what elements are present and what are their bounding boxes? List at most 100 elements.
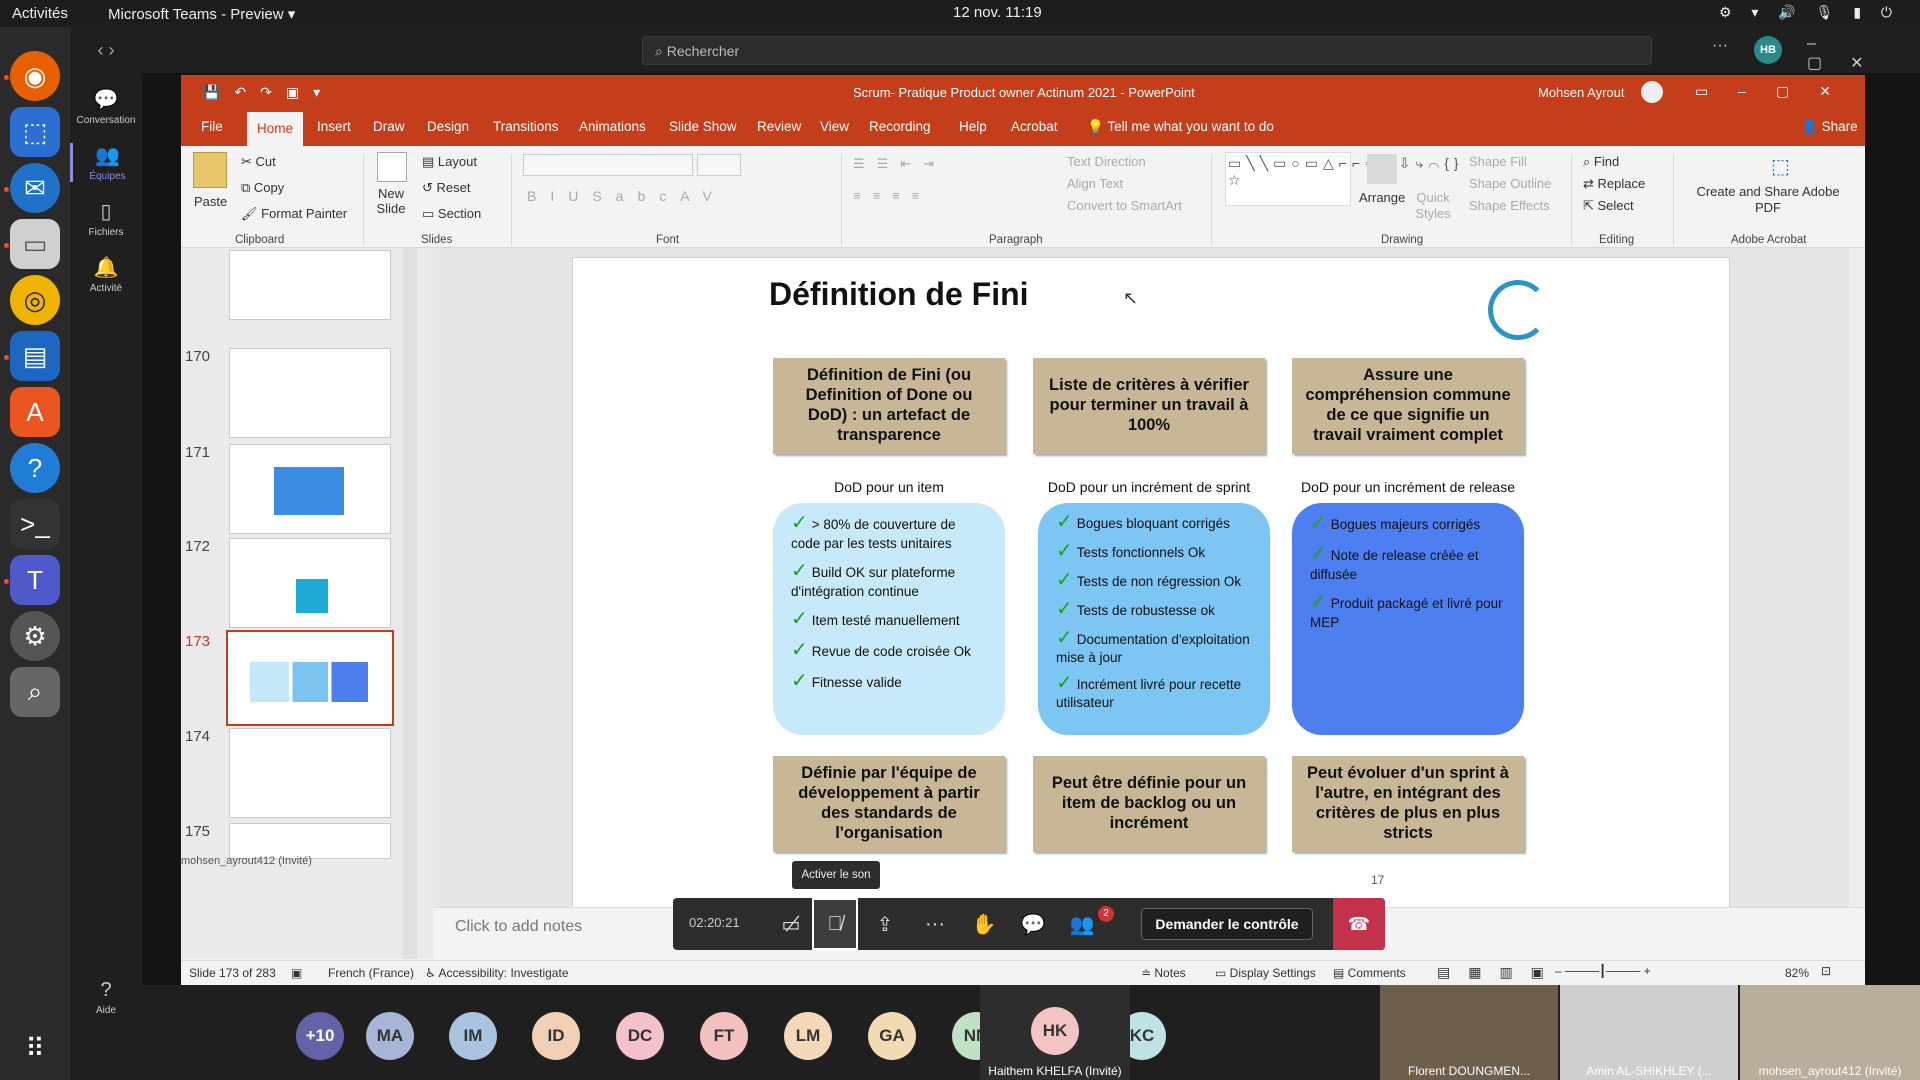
- fit-slide-icon[interactable]: ⊡: [1821, 964, 1831, 978]
- quick-styles-button[interactable]: Quick Styles: [1413, 190, 1453, 222]
- create-share-pdf-button[interactable]: Create and Share Adobe PDF: [1686, 184, 1850, 216]
- zoom-slider[interactable]: – ────┃──── +: [1555, 964, 1651, 978]
- more-options-icon[interactable]: ···: [1712, 37, 1728, 55]
- request-control-button[interactable]: Demander le contrôle: [1141, 908, 1313, 940]
- comments-button[interactable]: ▤ Comments: [1333, 966, 1406, 980]
- active-speaker-tile[interactable]: HK Haithem KHELFA (Invité): [980, 985, 1130, 1080]
- text-direction-button[interactable]: Text Direction: [1067, 154, 1146, 169]
- magnifier-icon[interactable]: ⌕: [10, 667, 60, 717]
- replace-button[interactable]: ⇄ Replace: [1583, 176, 1645, 192]
- tab-transitions[interactable]: Transitions: [487, 110, 565, 146]
- slide-thumbnail[interactable]: [229, 444, 391, 534]
- chat-bubble-icon[interactable]: 💬: [1010, 898, 1056, 950]
- more-actions-icon[interactable]: ···: [912, 898, 958, 950]
- shapes-gallery[interactable]: ▭╲╲▭○▭△⌐⌐⇒⇩⇩⤷⌒{}☆: [1225, 152, 1459, 206]
- mic-muted-icon[interactable]: 🎙̸: [812, 898, 858, 950]
- layout-button[interactable]: ▤ Layout: [422, 154, 477, 170]
- tab-acrobat[interactable]: Acrobat: [1005, 110, 1064, 146]
- video-tile[interactable]: mohsen_ayrout412 (Invité): [1740, 985, 1920, 1080]
- select-button[interactable]: ⇱ Select: [1583, 198, 1634, 214]
- participant-avatar[interactable]: DC: [616, 1012, 664, 1060]
- terminal-icon[interactable]: >_: [10, 499, 60, 549]
- teams-app-icon[interactable]: T: [10, 555, 60, 605]
- notes-toggle[interactable]: ≐ Notes: [1141, 966, 1186, 980]
- system-tray-icons[interactable]: ⚙ ▾ 🔊 🎙 ▮ ⏻: [1719, 4, 1900, 21]
- tab-help[interactable]: Help: [953, 110, 993, 146]
- writer-icon[interactable]: ▤: [10, 331, 60, 381]
- tab-slide-show[interactable]: Slide Show: [663, 110, 743, 146]
- cut-button[interactable]: ✂ Cut: [241, 154, 276, 170]
- format-painter-button[interactable]: 🖌 Format Painter: [241, 206, 347, 222]
- files-app-icon[interactable]: ▭: [10, 219, 60, 269]
- video-tile[interactable]: Florent DOUNGMEN...: [1380, 985, 1558, 1080]
- tab-recording[interactable]: Recording: [863, 110, 937, 146]
- section-button[interactable]: ▭ Section: [422, 206, 481, 222]
- panel-scrollbar[interactable]: [403, 248, 417, 959]
- shape-fill-button[interactable]: Shape Fill: [1469, 154, 1527, 169]
- slide-thumbnail[interactable]: [229, 250, 391, 320]
- slide-thumbnail[interactable]: [229, 348, 391, 438]
- participant-avatar[interactable]: FT: [700, 1012, 748, 1060]
- screenshot-icon[interactable]: ⬚: [10, 107, 60, 157]
- zoom-level[interactable]: 82%: [1785, 966, 1809, 980]
- tell-me-box[interactable]: 💡 Tell me what you want to do: [1081, 110, 1280, 146]
- reset-button[interactable]: ↺ Reset: [422, 180, 470, 196]
- thunderbird-icon[interactable]: ✉: [10, 163, 60, 213]
- rhythmbox-icon[interactable]: ◎: [10, 275, 60, 325]
- canvas-scrollbar[interactable]: [1849, 248, 1865, 907]
- rail-item-files[interactable]: ▯ Fichiers: [70, 199, 142, 238]
- font-name-box[interactable]: [523, 154, 693, 176]
- user-avatar-icon[interactable]: [1641, 81, 1663, 103]
- camera-off-icon[interactable]: ▭̸: [768, 898, 814, 950]
- rail-item-activity[interactable]: 🔔 Activité: [70, 255, 142, 294]
- tab-file[interactable]: File: [195, 110, 229, 146]
- search-input[interactable]: ⌕ Rechercher: [642, 36, 1652, 65]
- app-menu[interactable]: Microsoft Teams - Preview ▾: [108, 5, 295, 23]
- participant-avatar[interactable]: MA: [366, 1012, 414, 1060]
- participant-avatar[interactable]: LM: [784, 1012, 832, 1060]
- show-apps-icon[interactable]: ⠿: [10, 1023, 60, 1073]
- participant-avatar[interactable]: GA: [868, 1012, 916, 1060]
- rail-item-conversation[interactable]: 💬 Conversation: [70, 87, 142, 126]
- nav-arrows[interactable]: ‹ ›: [70, 27, 142, 73]
- font-size-box[interactable]: [697, 154, 741, 176]
- tab-view[interactable]: View: [814, 110, 855, 146]
- window-buttons[interactable]: ▭–▢✕: [1695, 83, 1861, 100]
- new-slide-button[interactable]: New Slide: [371, 186, 411, 216]
- activities-button[interactable]: Activités: [12, 5, 68, 22]
- slide-thumbnail-selected[interactable]: [226, 630, 394, 726]
- slide-thumbnail[interactable]: [229, 538, 391, 628]
- tab-draw[interactable]: Draw: [367, 110, 411, 146]
- raise-hand-icon[interactable]: ✋: [961, 898, 1007, 950]
- tab-review[interactable]: Review: [751, 110, 807, 146]
- share-screen-icon[interactable]: ⇪: [862, 898, 908, 950]
- align-text-button[interactable]: Align Text: [1067, 176, 1123, 191]
- slide-thumbnail[interactable]: [229, 823, 391, 859]
- firefox-icon[interactable]: ◉: [10, 51, 60, 101]
- software-center-icon[interactable]: A: [10, 387, 60, 437]
- font-format-icons[interactable]: BIUSabcAV: [527, 188, 726, 204]
- slide-thumbnail[interactable]: [229, 728, 391, 818]
- quick-access-icons[interactable]: 💾↶↷▣▾: [203, 84, 334, 101]
- arrange-button[interactable]: Arrange: [1359, 190, 1405, 205]
- user-avatar[interactable]: HB: [1754, 36, 1782, 64]
- user-name[interactable]: Mohsen Ayrout: [1538, 85, 1624, 100]
- tab-home[interactable]: Home: [247, 110, 304, 146]
- language-status[interactable]: French (France): [328, 966, 414, 980]
- align-icons[interactable]: ≡≡≡≡: [853, 188, 931, 203]
- window-controls[interactable]: –▢✕: [1807, 35, 1920, 73]
- participants-icon[interactable]: 👥: [1059, 898, 1105, 950]
- more-participants[interactable]: +10: [296, 1012, 344, 1060]
- find-button[interactable]: ⌕ Find: [1583, 154, 1619, 170]
- rail-item-help[interactable]: ? Aide: [70, 979, 142, 1016]
- tab-insert[interactable]: Insert: [311, 110, 357, 146]
- settings-icon[interactable]: ⚙: [10, 611, 60, 661]
- hang-up-icon[interactable]: ☎: [1333, 898, 1385, 950]
- shape-effects-button[interactable]: Shape Effects: [1469, 198, 1550, 213]
- shape-outline-button[interactable]: Shape Outline: [1469, 176, 1551, 191]
- video-tile[interactable]: Amin AL-SHIKHLEY (...: [1560, 985, 1738, 1080]
- display-settings-button[interactable]: ▭ Display Settings: [1215, 966, 1316, 980]
- rail-item-teams[interactable]: 👥 Équipes: [70, 143, 142, 182]
- help-icon[interactable]: ?: [10, 443, 60, 493]
- tab-animations[interactable]: Animations: [573, 110, 652, 146]
